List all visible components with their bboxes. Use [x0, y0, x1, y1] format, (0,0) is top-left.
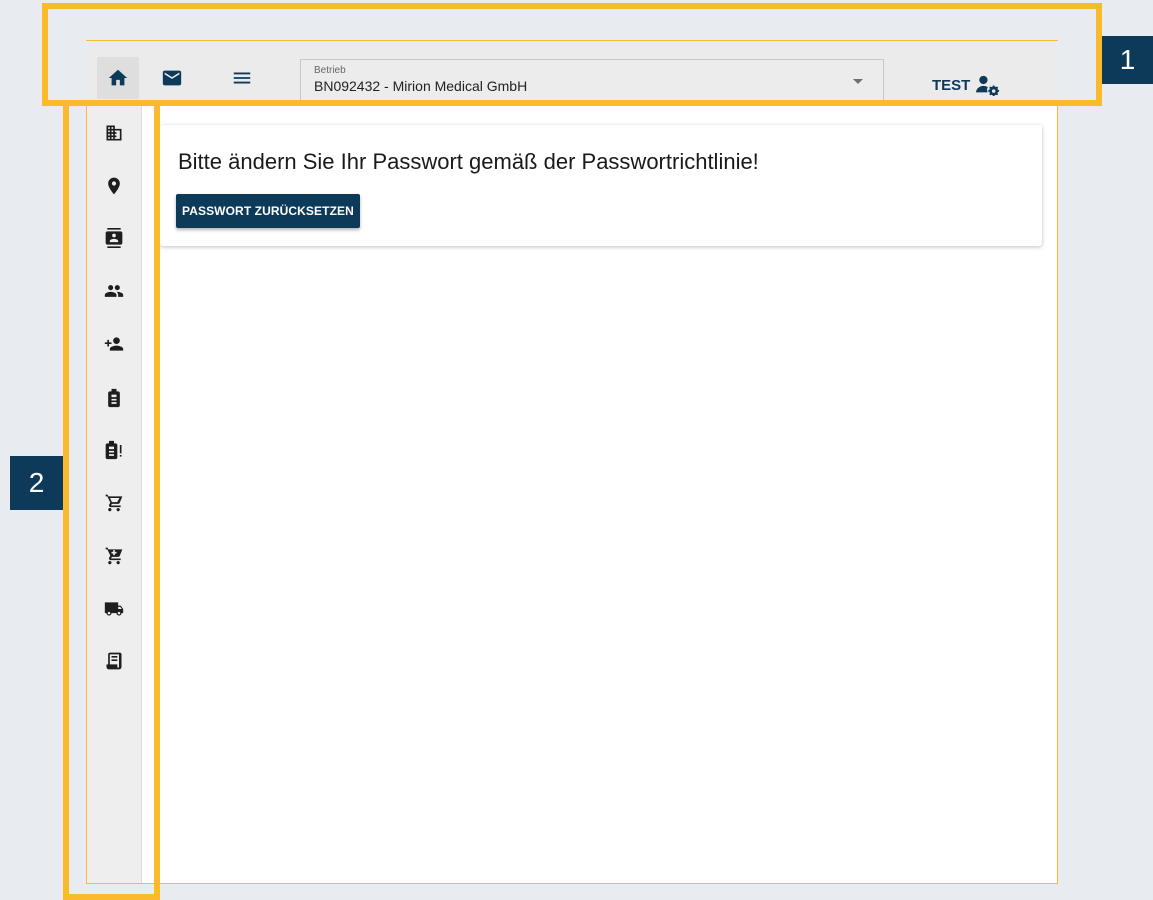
callout-label-1: 1 — [1102, 36, 1153, 84]
password-notice-card: Bitte ändern Sie Ihr Passwort gemäß der … — [160, 125, 1042, 246]
reset-password-button[interactable]: PASSWORT ZURÜCKSETZEN — [176, 194, 360, 228]
password-notice-message: Bitte ändern Sie Ihr Passwort gemäß der … — [178, 149, 759, 174]
callout-box-1 — [42, 3, 1102, 106]
callout-box-2 — [63, 100, 160, 900]
callout-label-2: 2 — [10, 456, 63, 510]
